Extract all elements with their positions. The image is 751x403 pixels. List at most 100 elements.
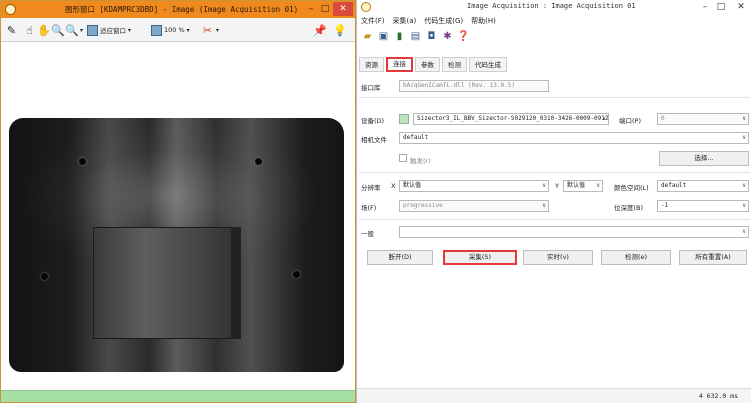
- graphics-status-strip: [1, 390, 355, 402]
- chevron-down-icon: ∨: [742, 202, 746, 209]
- status-bar: 4 632.0 ms: [357, 388, 751, 403]
- tab-resources[interactable]: 资源: [359, 57, 384, 72]
- bit-depth-label: 位深度(B): [614, 204, 644, 212]
- snap-icon[interactable]: ▮: [393, 30, 406, 43]
- raised-block-edge: [231, 227, 241, 339]
- pan-tool-icon[interactable]: ✋: [37, 22, 51, 38]
- resolution-x-select[interactable]: 默认值 ∨: [399, 180, 549, 192]
- color-tool-icon[interactable]: ✂ ▾: [201, 22, 219, 38]
- save-icon[interactable]: ▣: [377, 30, 390, 43]
- device-value: Sizector3_IL_BBV_Sizector-S029120_0310-3…: [417, 115, 609, 122]
- interface-row: 接口库 hAcqGenICamTL.dll (Rev. 13.0.5): [359, 80, 750, 93]
- camera-file-select[interactable]: default ∨: [399, 132, 749, 144]
- close-button[interactable]: ✕: [333, 2, 353, 16]
- select-button[interactable]: 选择...: [659, 151, 749, 166]
- menu-file[interactable]: 文件(F): [361, 16, 385, 28]
- zoom-tool-icon[interactable]: 🔍: [51, 22, 65, 38]
- zoom-level-dropdown[interactable]: 100 % ▾: [151, 22, 190, 38]
- divider: [359, 97, 750, 98]
- device-label: 设备(D): [361, 117, 385, 125]
- maximize-button[interactable]: □: [317, 2, 333, 16]
- mount-hole: [41, 273, 48, 280]
- camera-icon[interactable]: ◘: [425, 30, 438, 43]
- raised-block: [93, 227, 241, 339]
- fit-window-icon: [87, 24, 98, 36]
- divider: [359, 172, 750, 173]
- trigger-row: 触发(r) 选择...: [359, 151, 750, 166]
- fit-window-label: 适应窗口: [100, 27, 126, 35]
- zoom-level-icon: [151, 24, 162, 36]
- tab-inspect[interactable]: 检测: [442, 57, 467, 72]
- camera-file-label: 相机文件: [361, 136, 387, 144]
- resolution-y-label: Y: [555, 182, 559, 190]
- resolution-y-select[interactable]: 默认值 ∨: [563, 180, 603, 192]
- detect-button[interactable]: 检测(e): [601, 250, 671, 265]
- halcon-app-icon: [5, 4, 16, 15]
- tab-connection[interactable]: 连接: [386, 57, 413, 72]
- acquisition-titlebar[interactable]: Image Acquisition : Image Acquisition 01…: [357, 0, 751, 14]
- camera-file-value: default: [403, 134, 429, 141]
- tips-icon[interactable]: 💡: [333, 22, 347, 38]
- port-value: 0: [661, 115, 665, 122]
- resolution-y-value: 默认值: [567, 182, 586, 189]
- draw-tool-icon[interactable]: ✎: [5, 22, 18, 38]
- field-value: progressive: [403, 202, 443, 209]
- tab-parameters[interactable]: 参数: [415, 57, 440, 72]
- chevron-down-icon: ∨: [742, 182, 746, 189]
- bit-depth-value: -1: [661, 202, 669, 209]
- help-icon[interactable]: ❓: [457, 30, 470, 43]
- tab-bar: 资源 连接 参数 检测 代码生成: [359, 57, 507, 73]
- device-status-icon: [399, 114, 409, 124]
- device-row: 设备(D) Sizector3_IL_BBV_Sizector-S029120_…: [359, 113, 750, 126]
- resolution-x-label: X: [391, 182, 396, 190]
- fit-window-dropdown[interactable]: 适应窗口 ▾: [87, 22, 131, 38]
- settings-icon[interactable]: ✱: [441, 30, 454, 43]
- graphics-toolbar: ✎ ☝ ✋ 🔍 🔍 ▾ 适应窗口 ▾ 100 % ▾ ✂ ▾ 📌 💡: [1, 18, 355, 42]
- port-select[interactable]: 0 ∨: [657, 113, 749, 125]
- menu-bar: 文件(F) 采集(a) 代码生成(G) 帮助(H): [357, 16, 751, 28]
- mount-hole: [293, 271, 300, 278]
- menu-help[interactable]: 帮助(H): [471, 16, 496, 28]
- resolution-label: 分辨率: [361, 184, 381, 192]
- interface-label: 接口库: [361, 84, 381, 92]
- resolution-x-value: 默认值: [403, 182, 422, 189]
- device-select[interactable]: Sizector3_IL_BBV_Sizector-S029120_0310-3…: [413, 113, 609, 125]
- acquired-image[interactable]: [1, 42, 355, 390]
- general-row: 一般 ∨: [359, 226, 750, 239]
- trigger-checkbox[interactable]: [399, 154, 407, 162]
- color-space-select[interactable]: default ∨: [657, 180, 749, 192]
- bit-depth-select[interactable]: -1 ∨: [657, 200, 749, 212]
- pointer-tool-icon[interactable]: ☝: [23, 22, 36, 38]
- connect-button[interactable]: 断开(D): [367, 250, 433, 265]
- live-icon[interactable]: ▤: [409, 30, 422, 43]
- field-row: 场(F) progressive ∨ 位深度(B) -1 ∨: [359, 200, 750, 213]
- tab-code-generation[interactable]: 代码生成: [469, 57, 507, 72]
- field-select[interactable]: progressive ∨: [399, 200, 549, 212]
- general-select[interactable]: ∨: [399, 226, 749, 238]
- color-space-value: default: [661, 182, 687, 189]
- color-space-label: 颜色空间(L): [614, 184, 649, 192]
- divider: [359, 219, 750, 220]
- acquisition-time: 4 632.0 ms: [698, 392, 738, 400]
- chevron-down-icon: ∨: [542, 182, 546, 189]
- mount-hole: [255, 158, 262, 165]
- chevron-down-icon: ∨: [742, 228, 746, 235]
- zoom-options-icon[interactable]: 🔍 ▾: [65, 22, 83, 38]
- snap-button[interactable]: 采集(S): [443, 250, 517, 265]
- open-folder-icon[interactable]: ▰: [361, 30, 374, 43]
- menu-acquire[interactable]: 采集(a): [393, 16, 417, 28]
- maximize-button[interactable]: □: [713, 0, 729, 14]
- field-label: 场(F): [361, 204, 377, 212]
- live-button[interactable]: 实时(v): [523, 250, 593, 265]
- camera-file-row: 相机文件 default ∨: [359, 132, 750, 145]
- minimize-button[interactable]: –: [697, 0, 713, 14]
- image-acquisition-window: Image Acquisition : Image Acquisition 01…: [356, 0, 751, 403]
- pin-icon[interactable]: 📌: [313, 22, 327, 38]
- trigger-label: 触发(r): [410, 157, 431, 165]
- reset-all-button[interactable]: 所有重置(A): [679, 250, 747, 265]
- graphics-window-titlebar[interactable]: 图形窗口 [KDAMPRC3DBD] - Image (Image Acquis…: [1, 1, 355, 18]
- close-button[interactable]: ✕: [731, 0, 751, 14]
- graphics-window-title: 图形窗口 [KDAMPRC3DBD] - Image (Image Acquis…: [65, 5, 299, 14]
- menu-code-generation[interactable]: 代码生成(G): [424, 16, 463, 28]
- chevron-down-icon: ∨: [596, 182, 600, 189]
